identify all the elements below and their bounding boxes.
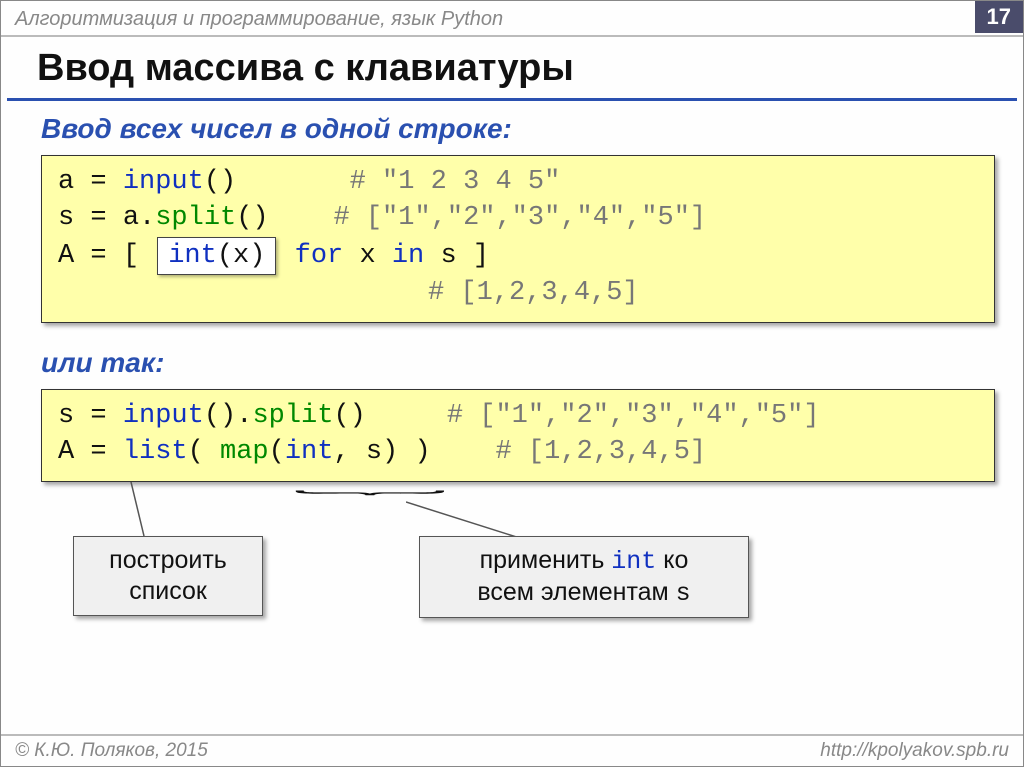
code-line: a = input() # "1 2 3 4 5" <box>58 164 978 200</box>
alt-label: или так: <box>1 337 1023 385</box>
code-block-1: a = input() # "1 2 3 4 5" s = a.split() … <box>41 155 995 323</box>
code-line: s = a.split() # ["1","2","3","4","5"] <box>58 200 978 236</box>
code-line: s = input().split() # ["1","2","3","4","… <box>58 398 978 434</box>
footer-copyright: © К.Ю. Поляков, 2015 <box>15 740 208 762</box>
footer: © К.Ю. Поляков, 2015 http://kpolyakov.sp… <box>1 734 1023 766</box>
code-block-2: s = input().split() # ["1","2","3","4","… <box>41 389 995 482</box>
section-subtitle: Ввод всех чисел в одной строке: <box>1 101 1023 151</box>
callout-apply-int: применить int ко всем элементам s <box>419 536 749 619</box>
code-line: A = [ int(x) for x in s ] <box>58 237 978 275</box>
page-number: 17 <box>975 1 1023 33</box>
callout-pointer <box>406 496 526 540</box>
code-line: # [1,2,3,4,5] <box>58 275 978 311</box>
slide: Алгоритмизация и программирование, язык … <box>0 0 1024 767</box>
header-bar: Алгоритмизация и программирование, язык … <box>1 1 1023 37</box>
highlight-box: int(x) <box>157 237 276 275</box>
callout-row: построить список ︸ применить int ко всем… <box>1 496 1023 656</box>
slide-title: Ввод массива с клавиатуры <box>7 37 1017 101</box>
code-line: A = list( map(int, s) ) # [1,2,3,4,5] <box>58 434 978 470</box>
footer-url: http://kpolyakov.spb.ru <box>820 740 1009 762</box>
header-topic: Алгоритмизация и программирование, язык … <box>15 8 503 31</box>
callout-build-list: построить список <box>73 536 263 617</box>
